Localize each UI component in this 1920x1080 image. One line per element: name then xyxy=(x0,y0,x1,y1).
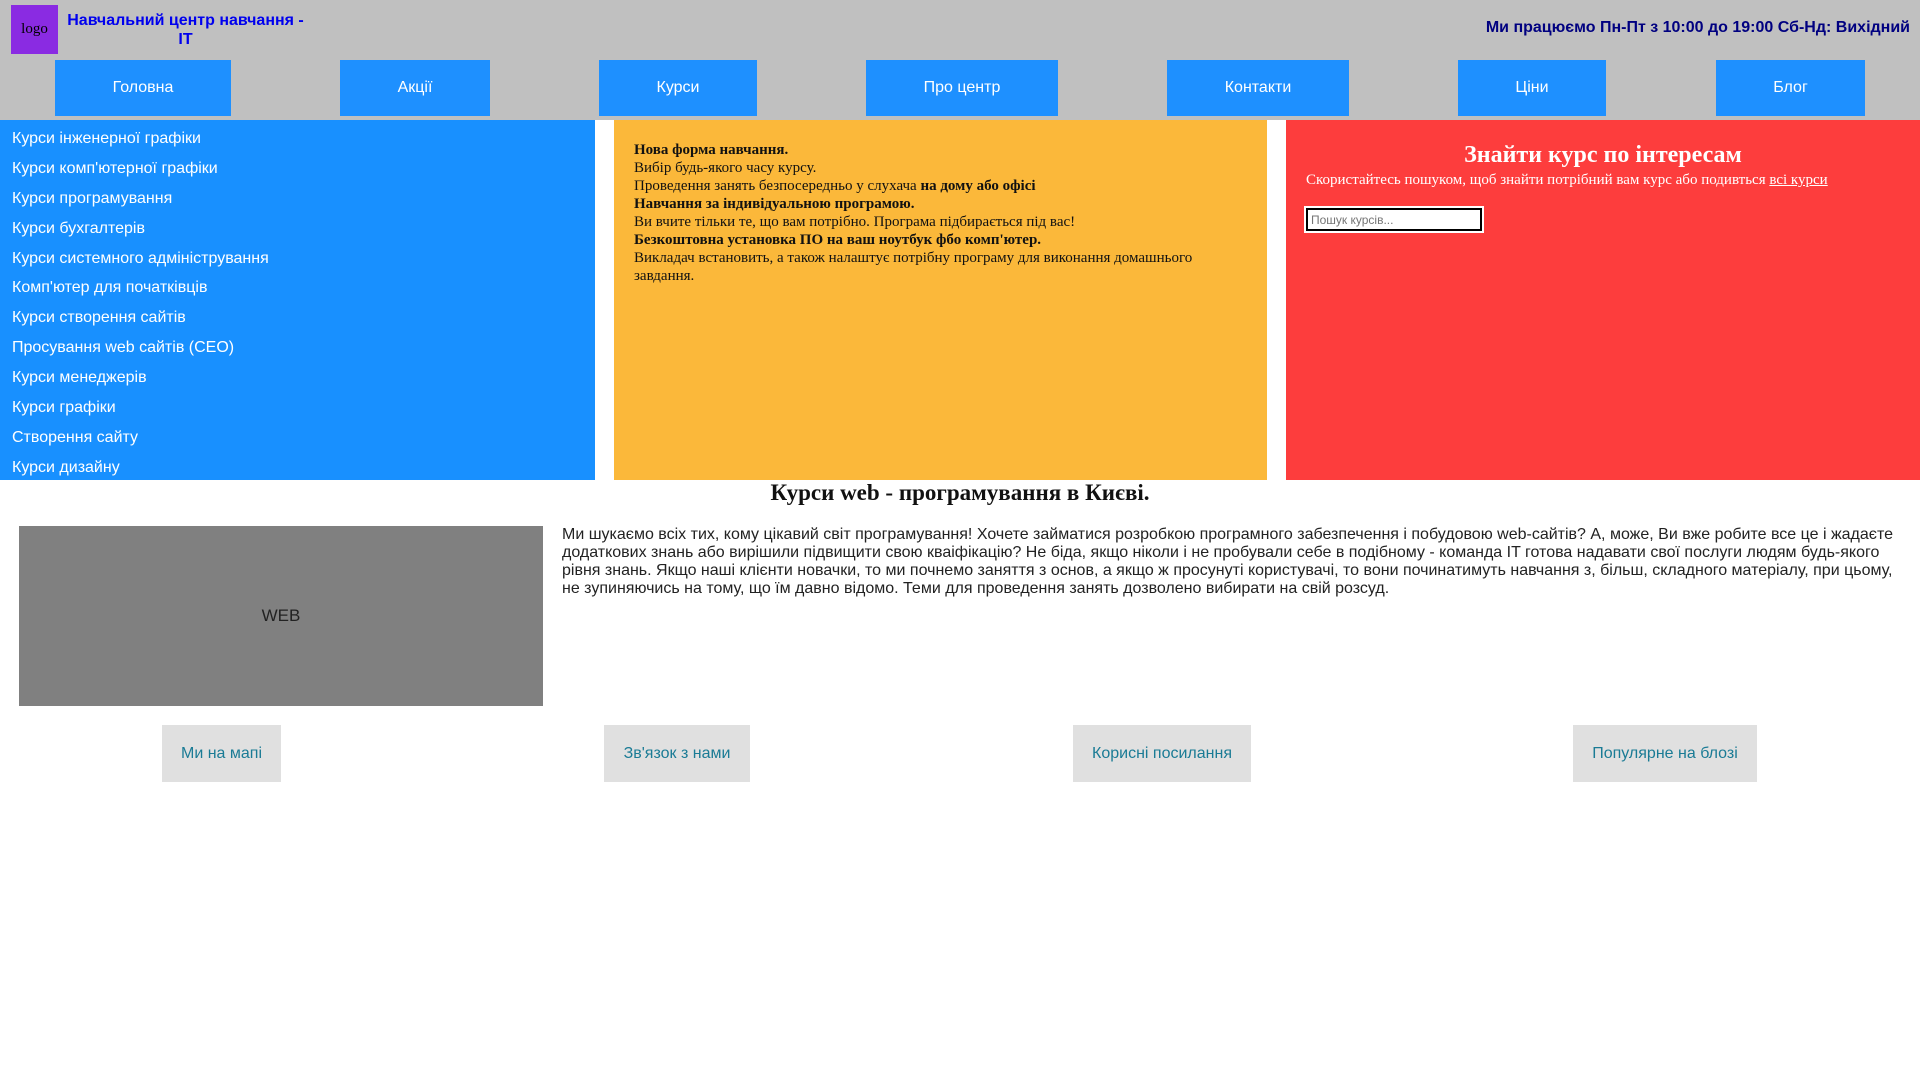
promo-line-3-text: Проведення занять безпосередньо у слухач… xyxy=(634,178,921,194)
search-description-text: Скористайтесь пошуком, щоб знайти потріб… xyxy=(1306,172,1770,188)
web-image-label: WEB xyxy=(261,606,301,625)
course-sidebar: Курси інженерної графіки Курси комп'ютер… xyxy=(0,120,595,480)
sidebar-item-engineering-graphics[interactable]: Курси інженерної графіки xyxy=(0,124,595,154)
search-input[interactable] xyxy=(1304,206,1484,233)
nav-prices[interactable]: Ціни xyxy=(1458,60,1606,116)
site-title: Навчальний центр навчання - IT xyxy=(67,12,304,48)
promo-line-3-bold: на дому або офісі xyxy=(920,178,1036,194)
nav-courses[interactable]: Курси xyxy=(599,60,757,116)
sidebar-item-seo[interactable]: Просування web сайтів (CEO) xyxy=(0,333,595,363)
all-courses-link[interactable]: всі курси xyxy=(1769,172,1827,188)
sidebar-item-programming[interactable]: Курси програмування xyxy=(0,184,595,214)
footer-popular-blog[interactable]: Популярне на блозі xyxy=(1573,725,1757,782)
footer-map-link[interactable]: Ми на мапі xyxy=(162,725,281,782)
nav-promotions[interactable]: Акції xyxy=(340,60,490,116)
working-hours: Ми працюємо Пн-Пт з 10:00 до 19:00 Сб-Нд… xyxy=(1485,19,1910,36)
search-panel: Знайти курс по інтересам Скористайтесь п… xyxy=(1286,120,1920,480)
site-header: logo Навчальний центр навчання - IT Ми п… xyxy=(0,0,1920,120)
search-description: Скористайтесь пошуком, щоб знайти потріб… xyxy=(1306,172,1900,189)
intro-text: Ми шукаємо всіх тих, кому цікавий світ п… xyxy=(562,526,1893,597)
promo-line-2: Вибір будь-якого часу курсу. xyxy=(634,160,817,176)
sidebar-item-graphics[interactable]: Курси графіки xyxy=(0,393,595,423)
promo-panel: Нова форма навчання. Вибір будь-якого ча… xyxy=(614,120,1267,480)
sidebar-item-website-creation-courses[interactable]: Курси створення сайтів xyxy=(0,303,595,333)
sidebar-item-website-creation[interactable]: Створення сайту xyxy=(0,423,595,453)
logo[interactable]: logo xyxy=(11,5,58,54)
footer-useful-links[interactable]: Корисні посилання xyxy=(1073,725,1251,782)
nav-blog[interactable]: Блог xyxy=(1716,60,1865,116)
sidebar-item-accounting[interactable]: Курси бухгалтерів xyxy=(0,214,595,244)
sidebar-item-managers[interactable]: Курси менеджерів xyxy=(0,363,595,393)
page-heading: Курси web - програмування в Києві. xyxy=(770,480,1150,505)
promo-line-3: Проведення занять безпосередньо у слухач… xyxy=(634,177,1247,195)
nav-contacts[interactable]: Контакти xyxy=(1167,60,1349,116)
promo-line-5: Ви вчите тільки те, що вам потрібно. Про… xyxy=(634,214,1076,230)
footer-contact-link[interactable]: Зв'язок з нами xyxy=(604,725,750,782)
sidebar-item-sysadmin[interactable]: Курси системного адміністрування xyxy=(0,244,595,274)
web-image: WEB xyxy=(19,526,543,706)
sidebar-item-beginners[interactable]: Комп'ютер для початківців xyxy=(0,273,595,303)
nav-about[interactable]: Про центр xyxy=(866,60,1058,116)
nav-home[interactable]: Головна xyxy=(55,60,231,116)
sidebar-item-computer-graphics[interactable]: Курси комп'ютерної графіки xyxy=(0,154,595,184)
promo-line-1: Нова форма навчання. xyxy=(634,142,789,158)
promo-line-7: Викладач встановить, а також налаштує по… xyxy=(634,250,1193,284)
promo-line-6: Безкоштовна установка ПО на ваш ноутбук … xyxy=(634,232,1042,248)
search-title: Знайти курс по інтересам xyxy=(1464,142,1742,168)
promo-line-4: Навчання за індивідуальною програмою. xyxy=(634,196,915,212)
sidebar-item-design[interactable]: Курси дизайну xyxy=(0,453,595,483)
